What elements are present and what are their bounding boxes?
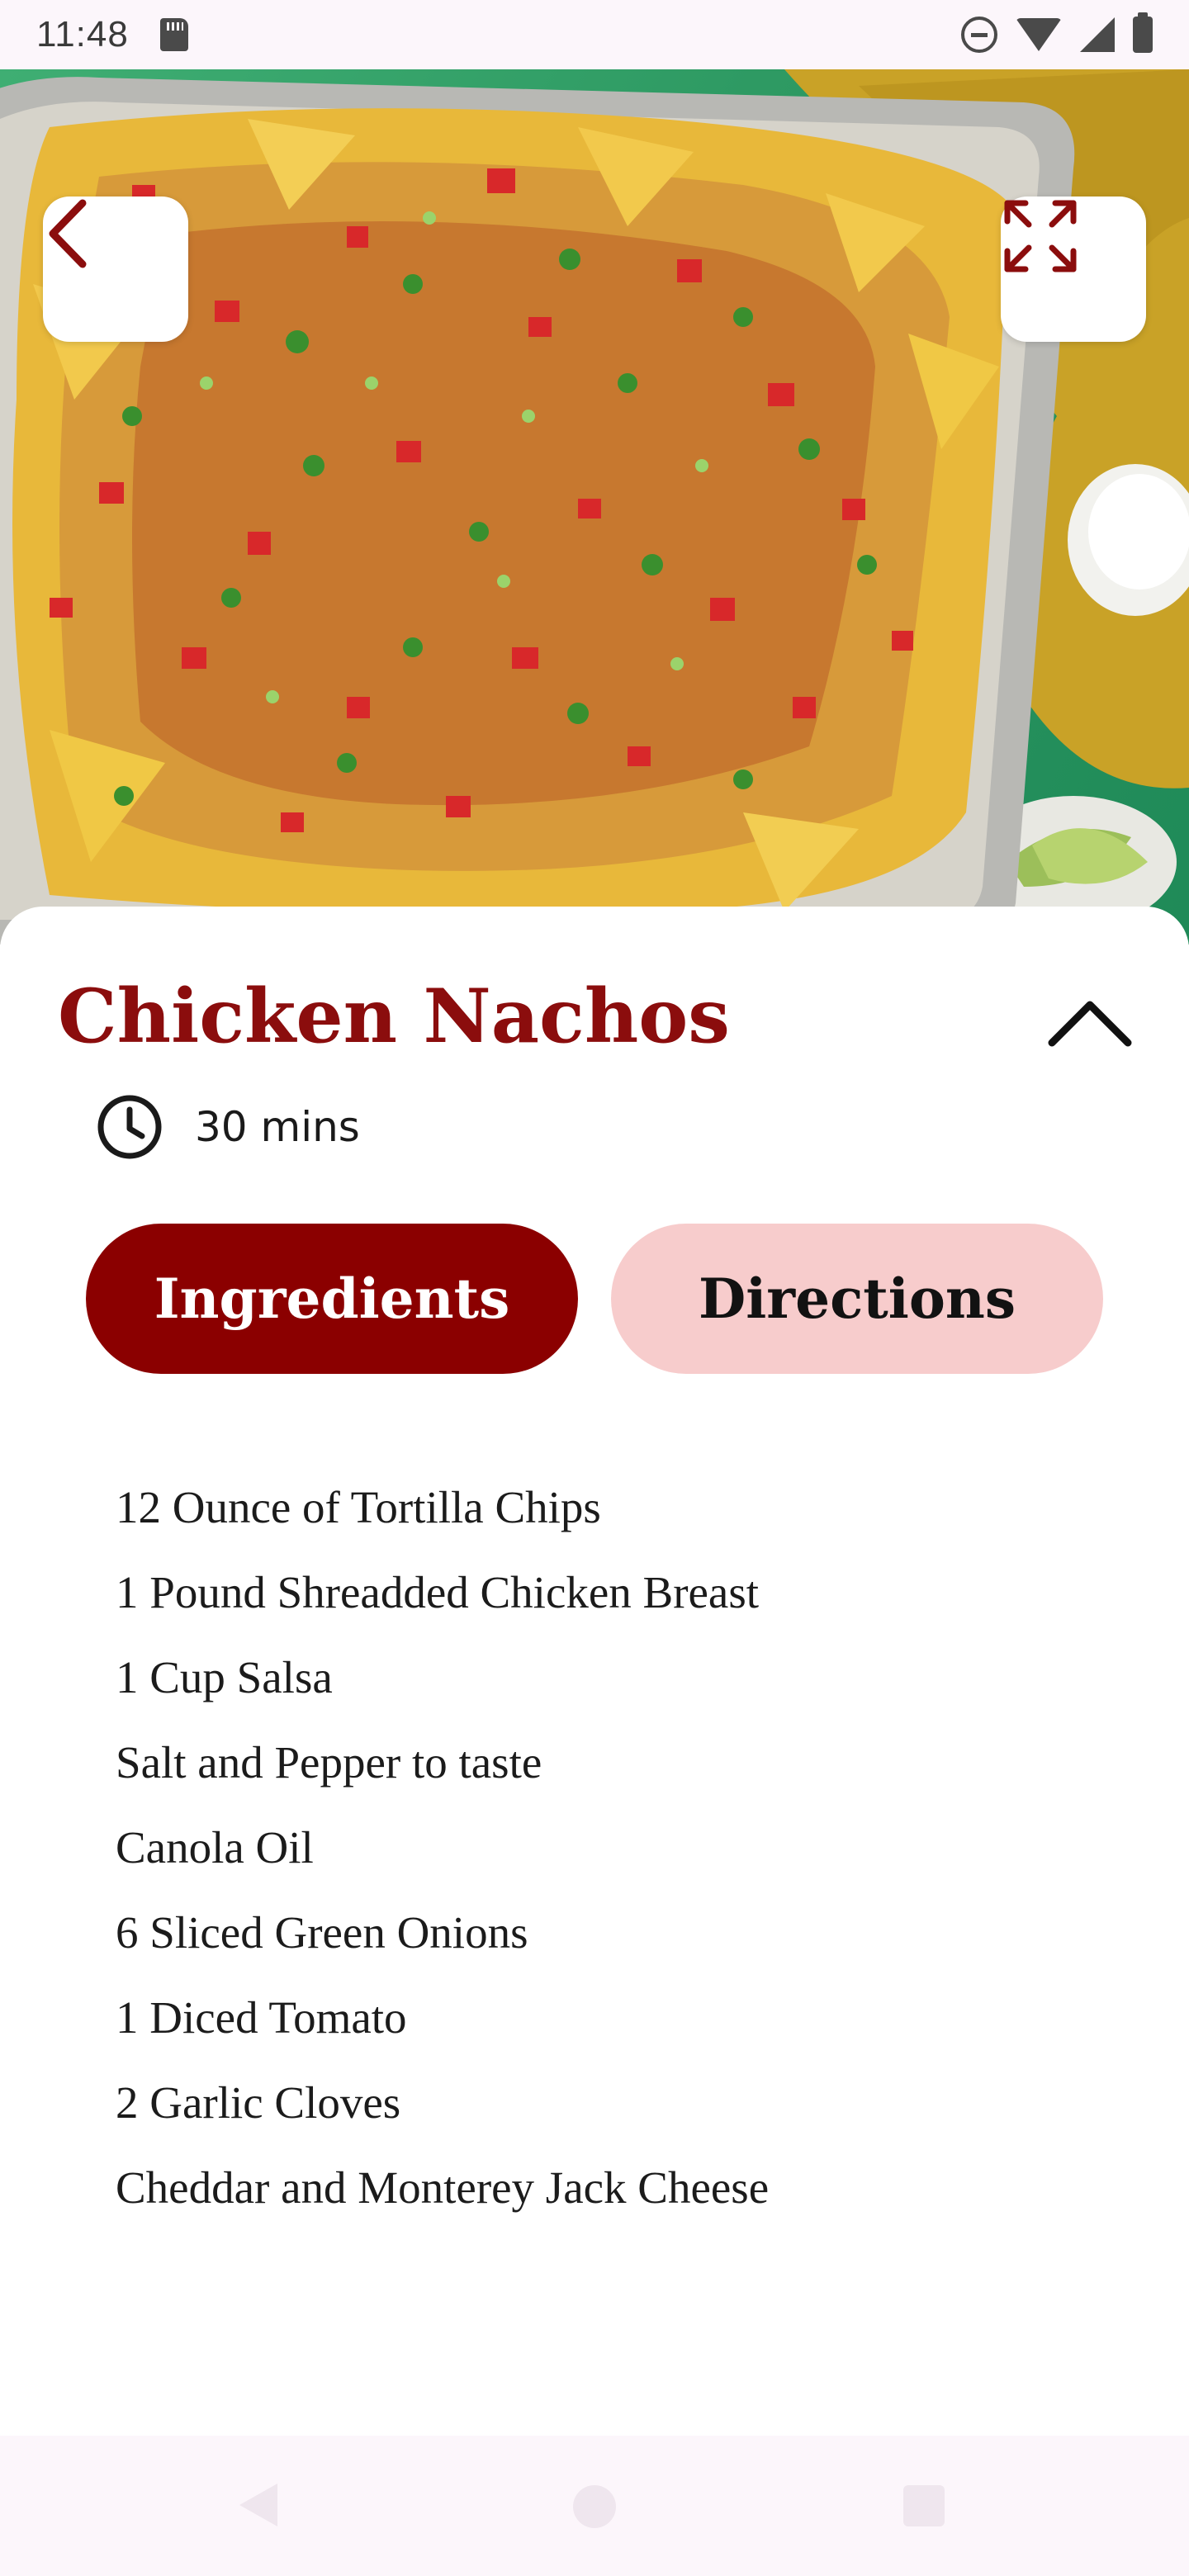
recipe-details-sheet: Chicken Nachos 30 mins Ingredients Direc… xyxy=(0,907,1189,2436)
chevron-up-icon xyxy=(1048,1001,1132,1047)
clock-icon xyxy=(97,1095,162,1159)
list-item: 1 Diced Tomato xyxy=(116,1992,407,2043)
tab-ingredients[interactable]: Ingredients xyxy=(86,1224,578,1374)
nav-home-icon[interactable] xyxy=(573,2485,616,2528)
ingredients-list: 12 Ounce of Tortilla Chips 1 Pound Shrea… xyxy=(116,1465,769,2230)
battery-icon xyxy=(1133,12,1153,53)
cook-time: 30 mins xyxy=(96,1093,360,1161)
tab-directions[interactable]: Directions xyxy=(611,1224,1103,1374)
list-item: Cheddar and Monterey Jack Cheese xyxy=(116,2162,770,2213)
system-nav-bar xyxy=(0,2436,1189,2576)
wifi-icon xyxy=(1016,18,1062,51)
nav-recents-icon[interactable] xyxy=(903,2485,945,2526)
recipe-hero-image xyxy=(0,69,1189,945)
signal-icon xyxy=(1080,17,1115,52)
expand-image-button[interactable] xyxy=(1001,197,1146,342)
list-item: Canola Oil xyxy=(116,1822,314,1873)
expand-icon xyxy=(1004,200,1077,272)
list-item: 1 Cup Salsa xyxy=(116,1652,333,1702)
do-not-disturb-icon xyxy=(961,17,997,53)
list-item: 12 Ounce of Tortilla Chips xyxy=(116,1482,601,1532)
nav-back-icon[interactable] xyxy=(239,2484,277,2526)
chevron-left-icon xyxy=(49,199,87,268)
status-bar: 11:48 xyxy=(0,0,1189,69)
cook-time-label: 30 mins xyxy=(195,1103,360,1151)
list-item: 6 Sliced Green Onions xyxy=(116,1907,528,1958)
list-item: Salt and Pepper to taste xyxy=(116,1737,542,1788)
sd-card-icon xyxy=(159,18,188,51)
status-time: 11:48 xyxy=(36,14,129,54)
recipe-title: Chicken Nachos xyxy=(58,973,730,1060)
list-item: 2 Garlic Cloves xyxy=(116,2077,401,2128)
list-item: 1 Pound Shreadded Chicken Breast xyxy=(116,1567,760,1617)
status-icons xyxy=(961,12,1153,53)
back-button[interactable] xyxy=(43,197,188,342)
collapse-button[interactable] xyxy=(1040,989,1139,1055)
recipe-tabs: Ingredients Directions xyxy=(86,1224,1103,1374)
